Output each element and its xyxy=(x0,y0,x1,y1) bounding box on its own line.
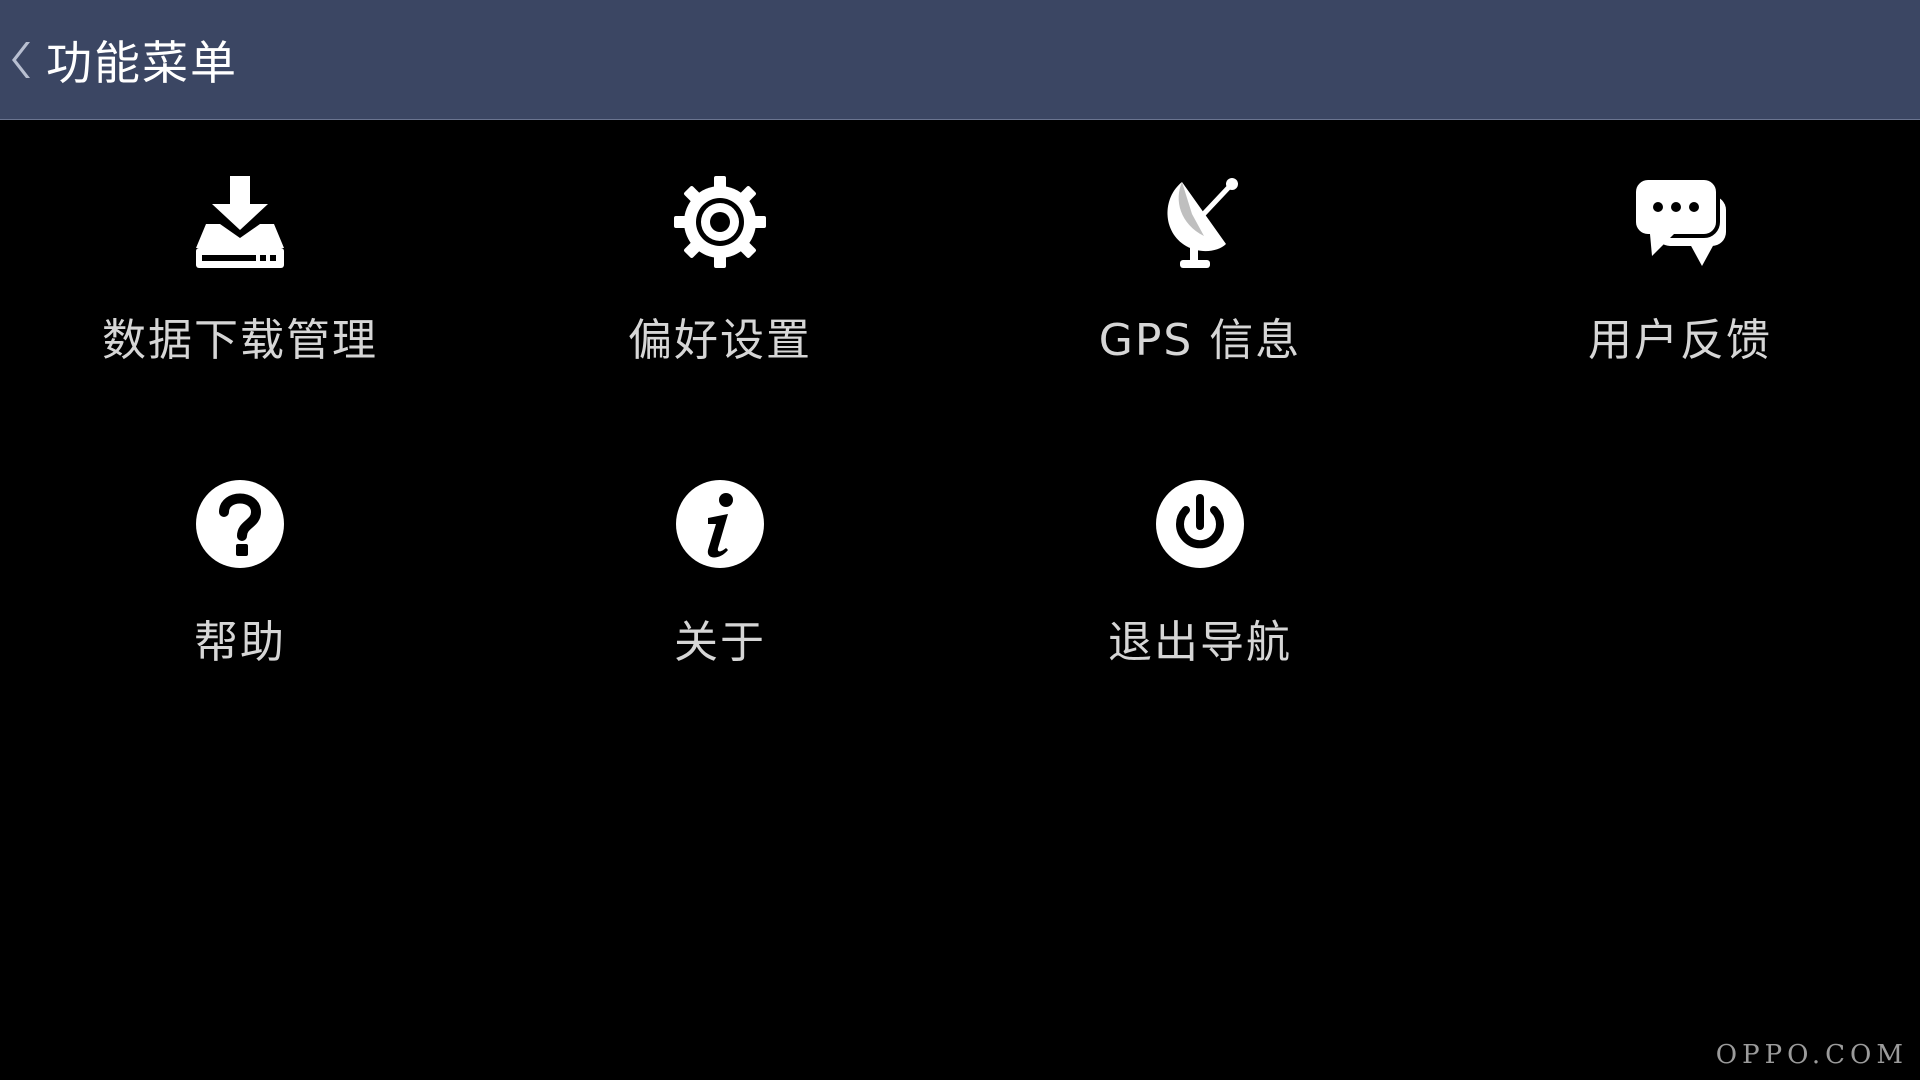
menu-item-about[interactable]: 关于 xyxy=(480,422,960,682)
help-circle-icon xyxy=(190,474,290,574)
info-circle-icon xyxy=(670,474,770,574)
menu-item-data-download[interactable]: 数据下载管理 xyxy=(0,120,480,380)
header-bar: 功能菜单 xyxy=(0,0,1920,120)
menu-item-feedback[interactable]: 用户反馈 xyxy=(1440,120,1920,380)
brand-watermark: OPPO.COM xyxy=(1715,1040,1908,1070)
menu-item-label: 退出导航 xyxy=(1108,617,1292,668)
menu-item-label: 用户反馈 xyxy=(1588,315,1772,366)
satellite-dish-icon xyxy=(1150,172,1250,272)
menu-item-label: 数据下载管理 xyxy=(102,315,378,366)
power-icon xyxy=(1150,474,1250,574)
chat-bubbles-icon xyxy=(1630,172,1730,272)
download-tray-icon xyxy=(190,172,290,272)
menu-item-help[interactable]: 帮助 xyxy=(0,422,480,682)
chevron-left-icon xyxy=(10,38,34,82)
menu-item-label: GPS 信息 xyxy=(1098,315,1302,366)
menu-item-label: 偏好设置 xyxy=(628,315,812,366)
menu-item-exit-navigation[interactable]: 退出导航 xyxy=(960,422,1440,682)
menu-item-label: 关于 xyxy=(674,617,766,668)
back-button[interactable]: 功能菜单 xyxy=(0,0,238,119)
gear-icon xyxy=(670,172,770,272)
menu-item-label: 帮助 xyxy=(194,617,286,668)
menu-item-preferences[interactable]: 偏好设置 xyxy=(480,120,960,380)
menu-item-gps-info[interactable]: GPS 信息 xyxy=(960,120,1440,380)
page-title: 功能菜单 xyxy=(46,35,238,90)
